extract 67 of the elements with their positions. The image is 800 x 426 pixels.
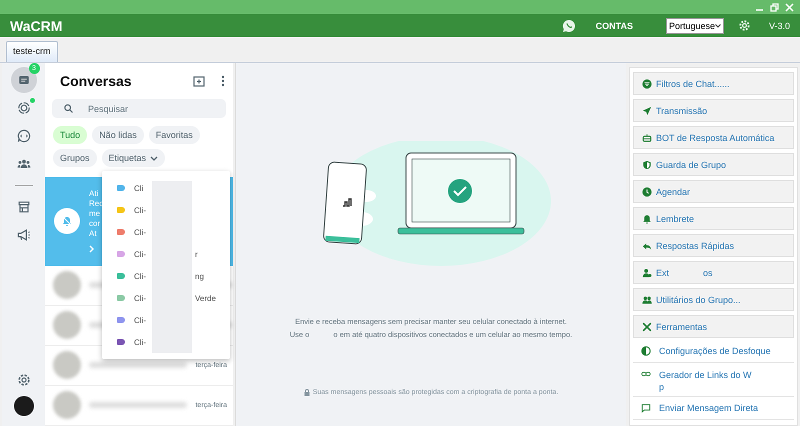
- link-icon: [641, 369, 651, 379]
- label-name[interactable]: Cli-: [134, 228, 146, 236]
- tool-button[interactable]: Lembrete: [633, 207, 794, 230]
- label-name[interactable]: Cli-: [134, 272, 146, 280]
- robot-icon: [642, 132, 652, 142]
- tool-button[interactable]: Ferramentas: [633, 315, 794, 338]
- filter-chip[interactable]: Não lidas: [92, 126, 144, 144]
- new-chat-icon[interactable]: [193, 75, 205, 87]
- profile-avatar[interactable]: [14, 396, 34, 416]
- tool-button[interactable]: Agendar: [633, 180, 794, 203]
- filter-chip[interactable]: Favoritas: [148, 126, 200, 144]
- label-name-end: ng: [195, 272, 204, 280]
- tool-button[interactable]: BOT de Resposta Automática: [633, 126, 794, 149]
- banner-text: cor: [89, 219, 102, 230]
- language-select[interactable]: Portuguese: [666, 18, 724, 34]
- tool-button[interactable]: Ext os: [633, 261, 794, 284]
- tool-button[interactable]: Guarda de Grupo: [633, 153, 794, 176]
- app-title: WaCRM: [10, 18, 64, 34]
- tools-icon: [642, 322, 652, 332]
- blurred-avatar: [53, 271, 81, 300]
- label-name[interactable]: Cli-: [134, 206, 146, 214]
- blurred-avatar: [53, 351, 81, 380]
- tool-button[interactable]: Filtros de Chat......: [633, 72, 794, 95]
- label-name[interactable]: Cli: [134, 184, 144, 192]
- banner-text: me: [89, 209, 102, 220]
- settings-icon[interactable]: [738, 19, 751, 32]
- contas-link[interactable]: CONTAS: [596, 20, 633, 30]
- filter-chip[interactable]: Etiquetas: [102, 149, 166, 167]
- status-icon: [16, 100, 32, 116]
- banner-text: At: [89, 229, 98, 240]
- blurred-avatar: [53, 311, 81, 340]
- clock-icon: [642, 186, 652, 196]
- channels-icon: [16, 128, 32, 144]
- banner-text: Ati: [89, 189, 100, 200]
- message-icon: [641, 403, 651, 413]
- bell-icon: [642, 214, 652, 224]
- user-icon: [642, 268, 652, 278]
- send-icon: [642, 106, 652, 116]
- chevron-icon: [89, 245, 95, 254]
- contrast-icon: [641, 346, 651, 356]
- label-name[interactable]: Cli-: [134, 250, 146, 258]
- label-name[interactable]: Cli-: [134, 316, 146, 324]
- label-name[interactable]: Cli-: [134, 338, 146, 346]
- users-icon: [642, 294, 652, 304]
- blurred-avatar: [53, 391, 81, 420]
- search-icon: [64, 104, 73, 113]
- filter-icon: [642, 78, 652, 88]
- whatsapp-icon[interactable]: [562, 18, 576, 32]
- shield-icon: [642, 160, 652, 170]
- version-label: V-3.0: [768, 20, 790, 30]
- muted-bell-icon: [61, 215, 73, 228]
- label-name[interactable]: Cli-: [134, 294, 146, 302]
- settings-icon[interactable]: [16, 372, 32, 388]
- filter-chip[interactable]: Tudo: [53, 126, 88, 144]
- label-name-end: r: [195, 250, 198, 258]
- menu-icon[interactable]: [221, 75, 225, 87]
- megaphone-icon: [16, 227, 32, 243]
- lock-icon: [304, 389, 310, 396]
- search-field[interactable]: Pesquisar: [52, 99, 226, 118]
- label-name-end: Verde: [195, 294, 216, 302]
- tool-button[interactable]: Transmissão: [633, 99, 794, 122]
- store-icon: [16, 199, 32, 215]
- filter-chip[interactable]: Grupos: [53, 149, 97, 167]
- panel-title: Conversas: [60, 73, 133, 89]
- tab[interactable]: teste-crm: [6, 41, 58, 62]
- tool-button[interactable]: Respostas Rápidas: [633, 234, 794, 257]
- tool-button[interactable]: Utilitários do Grupo...: [633, 288, 794, 311]
